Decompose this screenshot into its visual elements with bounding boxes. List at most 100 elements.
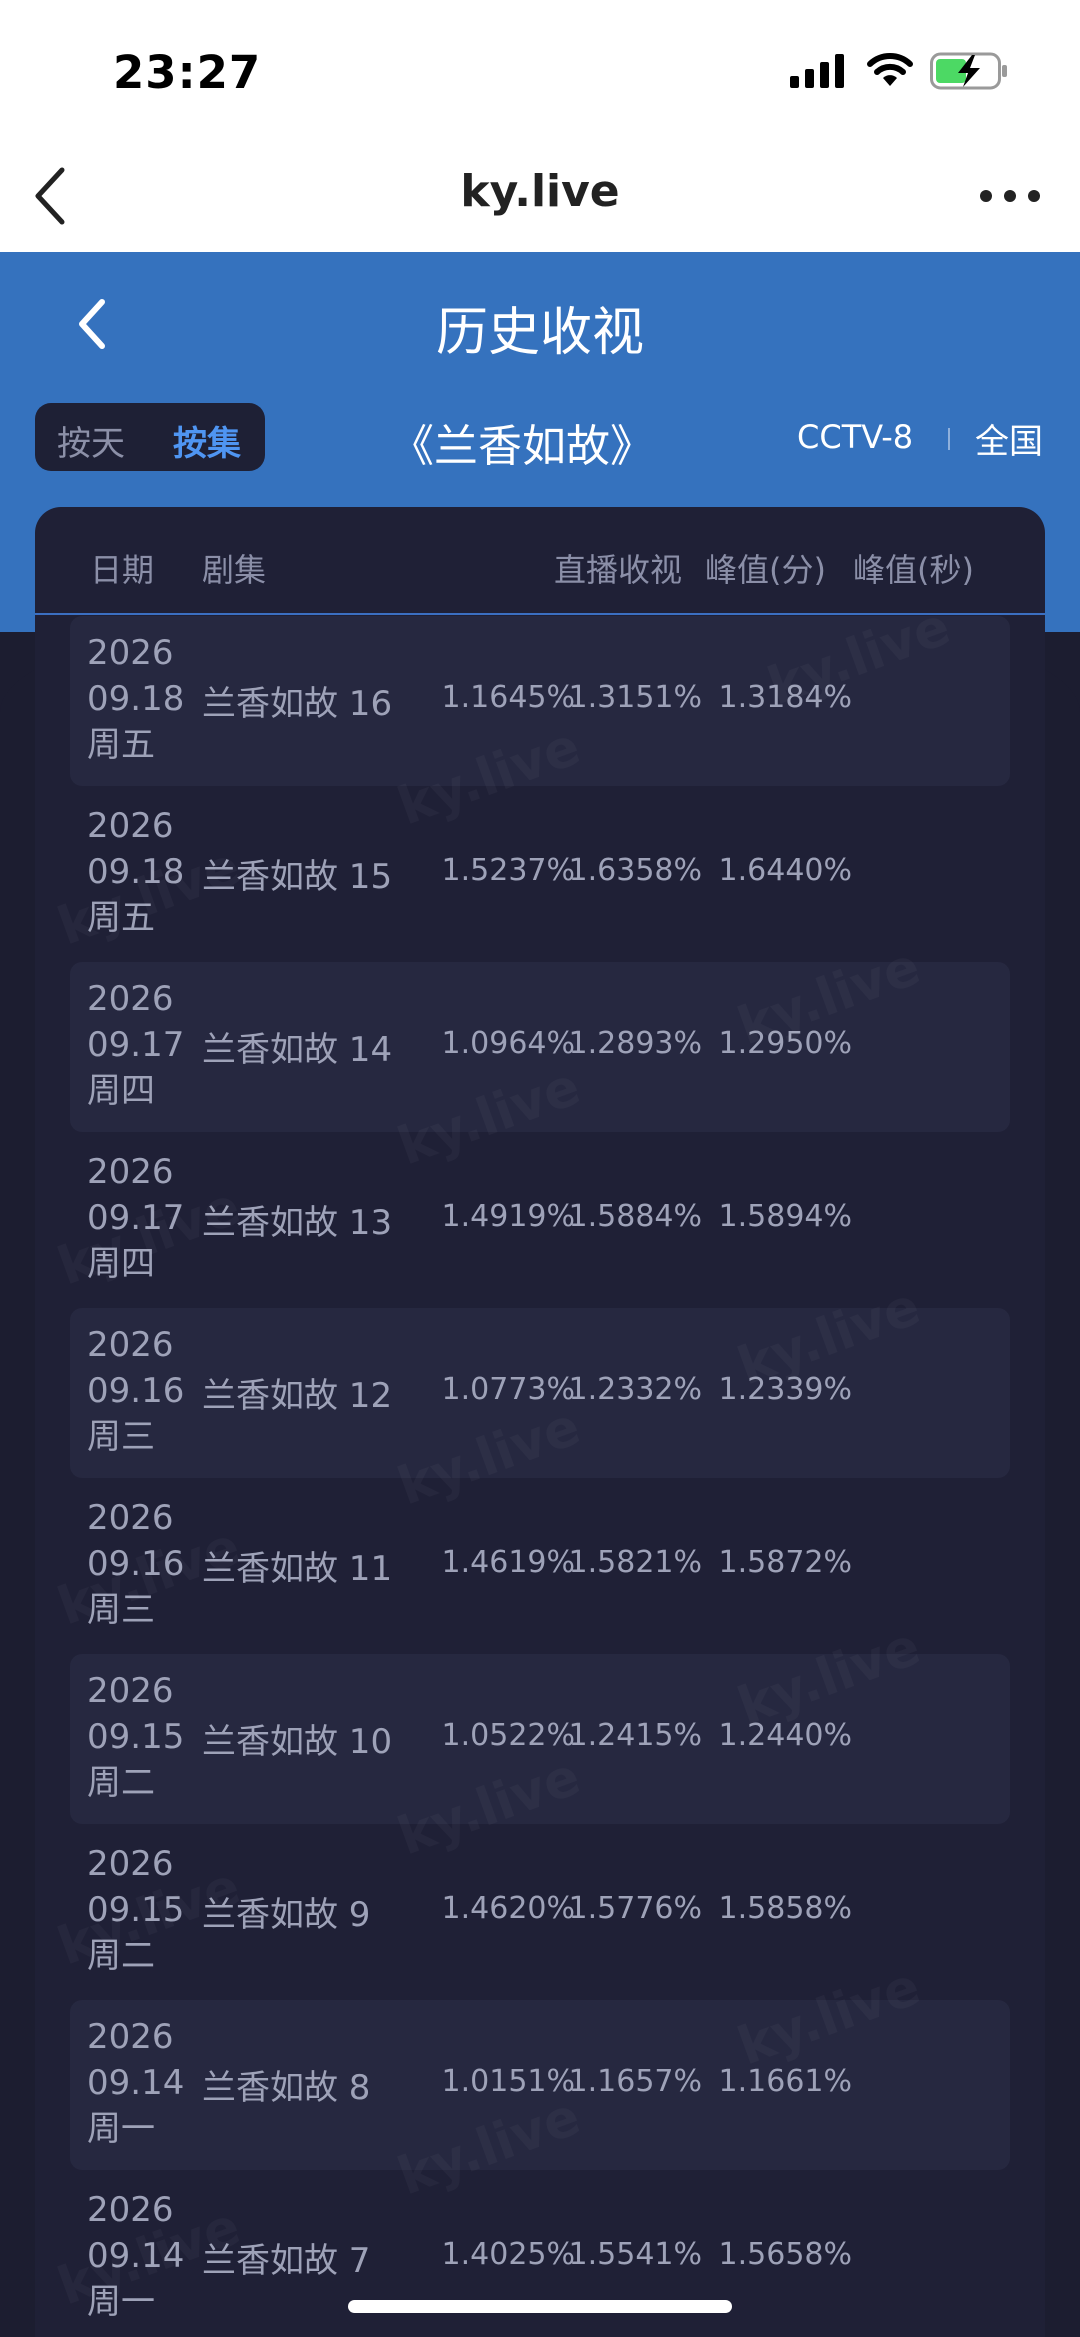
status-time: 23:27 xyxy=(113,46,262,99)
row-peak-sec: 1.5894% xyxy=(718,1199,852,1234)
col-date: 日期 xyxy=(90,551,155,589)
row-peak-min: 1.5884% xyxy=(568,1199,702,1234)
row-date: 2026 09.14 周一 xyxy=(87,2014,184,2152)
show-title: 《兰香如故》 xyxy=(390,421,654,472)
row-weekday: 周四 xyxy=(87,1244,155,1284)
row-episode: 兰香如故 14 xyxy=(202,1030,393,1070)
row-episode: 兰香如故 7 xyxy=(202,2241,371,2281)
row-peak-sec: 1.1661% xyxy=(718,2064,852,2099)
row-peak-min: 1.5776% xyxy=(568,1891,702,1926)
row-episode: 兰香如故 10 xyxy=(202,1722,393,1762)
row-peak-sec: 1.2440% xyxy=(718,1718,852,1753)
row-year: 2026 xyxy=(87,1152,174,1192)
col-live-rating: 直播收视 xyxy=(554,551,683,589)
row-peak-sec: 1.2339% xyxy=(718,1372,852,1407)
ratings-table: 日期 剧集 直播收视 峰值(分) 峰值(秒) 2026 09.18 周五 兰香如故 1… xyxy=(35,507,1045,2337)
row-episode: 兰香如故 9 xyxy=(202,1895,371,1935)
row-year: 2026 xyxy=(87,1325,174,1365)
row-year: 2026 xyxy=(87,1844,174,1884)
row-peak-min: 1.2893% xyxy=(568,1026,702,1061)
row-date: 2026 09.15 周二 xyxy=(87,1841,184,1979)
row-date: 09.14 xyxy=(87,2063,185,2103)
row-peak-sec: 1.3184% xyxy=(718,680,852,715)
row-peak-sec: 1.5858% xyxy=(718,1891,852,1926)
row-weekday: 周一 xyxy=(87,2282,155,2322)
table-row[interactable]: 2026 09.16 周三 兰香如故 12 1.0773% 1.2332% 1.2339% xyxy=(70,1308,1010,1478)
page-title: 历史收视 xyxy=(435,303,644,363)
row-year: 2026 xyxy=(87,806,174,846)
row-date: 09.18 xyxy=(87,679,185,719)
row-episode: 兰香如故 13 xyxy=(202,1203,393,1243)
table-row[interactable]: 2026 09.18 周五 兰香如故 15 1.5237% 1.6358% 1.6440% xyxy=(70,789,1010,959)
row-peak-min: 1.2332% xyxy=(568,1372,702,1407)
table-row[interactable]: 2026 09.16 周三 兰香如故 11 1.4619% 1.5821% 1.5872% xyxy=(70,1481,1010,1651)
row-peak-min: 1.5541% xyxy=(568,2237,702,2272)
table-row[interactable]: 2026 09.17 周四 兰香如故 14 1.0964% 1.2893% 1.2950% xyxy=(70,962,1010,1132)
home-indicator[interactable] xyxy=(348,2300,732,2313)
table-row[interactable]: 2026 09.15 周二 兰香如故 9 1.4620% 1.5776% 1.5858% xyxy=(70,1827,1010,1997)
row-year: 2026 xyxy=(87,2190,174,2230)
wifi-icon xyxy=(867,53,913,86)
row-date: 2026 09.17 周四 xyxy=(87,1149,184,1287)
row-date: 2026 09.15 周二 xyxy=(87,1668,184,1806)
row-date: 2026 09.18 周五 xyxy=(87,803,184,941)
row-weekday: 周二 xyxy=(87,1763,155,1803)
row-peak-min: 1.6358% xyxy=(568,853,702,888)
col-episode: 剧集 xyxy=(202,551,267,589)
row-date: 2026 09.14 周一 xyxy=(87,2187,184,2325)
row-peak-min: 1.5821% xyxy=(568,1545,702,1580)
row-episode: 兰香如故 11 xyxy=(202,1549,393,1589)
table-row[interactable]: 2026 09.17 周四 兰香如故 13 1.4919% 1.5884% 1.5894% xyxy=(70,1135,1010,1305)
table-row[interactable]: 2026 09.14 周一 兰香如故 8 1.0151% 1.1657% 1.1661% xyxy=(70,2000,1010,2170)
row-peak-sec: 1.5658% xyxy=(718,2237,852,2272)
more-options-icon[interactable] xyxy=(978,186,1042,206)
row-peak-sec: 1.6440% xyxy=(718,853,852,888)
row-date: 2026 09.16 周三 xyxy=(87,1495,184,1633)
row-peak-min: 1.2415% xyxy=(568,1718,702,1753)
row-weekday: 周五 xyxy=(87,725,155,765)
row-weekday: 周三 xyxy=(87,1417,155,1457)
row-year: 2026 xyxy=(87,979,174,1019)
row-episode: 兰香如故 16 xyxy=(202,684,393,724)
region-label[interactable]: 全国 xyxy=(975,414,1043,463)
row-weekday: 周四 xyxy=(87,1071,155,1111)
table-header: 日期 剧集 直播收视 峰值(分) 峰值(秒) xyxy=(35,507,1045,615)
row-date: 09.16 xyxy=(87,1544,185,1584)
row-date: 09.16 xyxy=(87,1371,185,1411)
table-row[interactable]: 2026 09.15 周二 兰香如故 10 1.0522% 1.2415% 1.2440% xyxy=(70,1654,1010,1824)
row-year: 2026 xyxy=(87,2017,174,2057)
divider xyxy=(948,428,950,450)
row-peak-min: 1.1657% xyxy=(568,2064,702,2099)
row-date: 09.15 xyxy=(87,1717,185,1757)
status-bar: 23:27 xyxy=(0,0,1080,140)
view-toggle: 按天 按集 xyxy=(35,403,265,471)
row-date: 09.14 xyxy=(87,2236,185,2276)
row-peak-sec: 1.2950% xyxy=(718,1026,852,1061)
row-episode: 兰香如故 8 xyxy=(202,2068,371,2108)
row-year: 2026 xyxy=(87,1671,174,1711)
row-weekday: 周五 xyxy=(87,898,155,938)
row-episode: 兰香如故 15 xyxy=(202,857,393,897)
row-date: 2026 09.17 周四 xyxy=(87,976,184,1114)
toggle-by-day[interactable]: 按天 xyxy=(57,416,125,465)
row-date: 09.17 xyxy=(87,1025,185,1065)
cellular-signal-icon xyxy=(790,54,844,88)
table-row[interactable]: 2026 09.18 周五 兰香如故 16 1.1645% 1.3151% 1.3184% xyxy=(70,616,1010,786)
col-peak-minute: 峰值(分) xyxy=(705,551,826,589)
row-weekday: 周二 xyxy=(87,1936,155,1976)
row-peak-sec: 1.5872% xyxy=(718,1545,852,1580)
row-year: 2026 xyxy=(87,633,174,673)
battery-charging-icon xyxy=(930,52,1007,90)
row-date: 2026 09.16 周三 xyxy=(87,1322,184,1460)
row-date: 09.17 xyxy=(87,1198,185,1238)
row-date: 09.18 xyxy=(87,852,185,892)
col-peak-second: 峰值(秒) xyxy=(853,551,974,589)
row-weekday: 周一 xyxy=(87,2109,155,2149)
channel-label[interactable]: CCTV-8 xyxy=(797,418,913,456)
row-date: 2026 09.18 周五 xyxy=(87,630,184,768)
row-date: 09.15 xyxy=(87,1890,185,1930)
row-year: 2026 xyxy=(87,1498,174,1538)
toggle-by-episode[interactable]: 按集 xyxy=(173,416,241,465)
browser-nav-bar: ky.live xyxy=(0,140,1080,252)
row-episode: 兰香如故 12 xyxy=(202,1376,393,1416)
